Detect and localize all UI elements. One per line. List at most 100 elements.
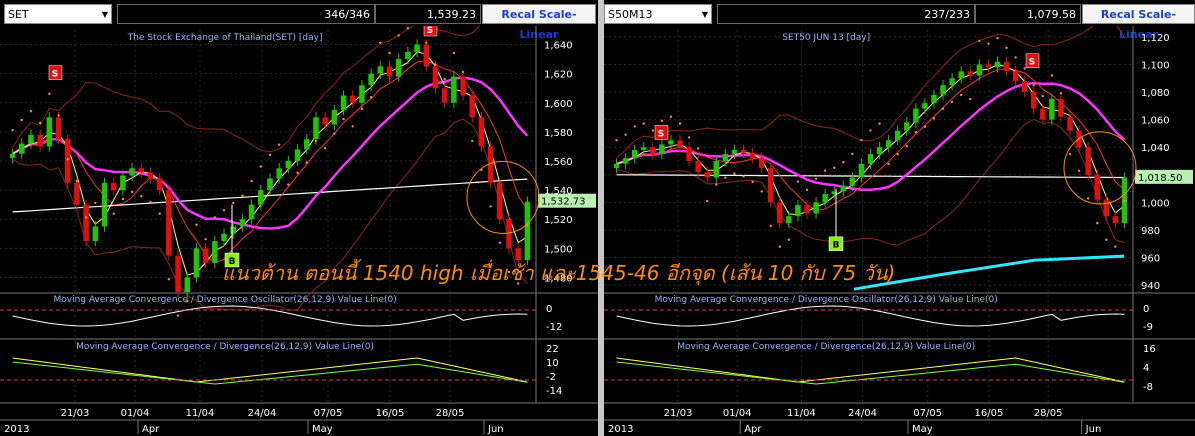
sar-dot (195, 223, 198, 226)
symbol-dropdown[interactable]: SET ▼ (4, 4, 112, 24)
sar-dot (950, 100, 954, 104)
last-value: 1,539.23 (375, 4, 481, 24)
date-tick-label: 07/05 (913, 408, 942, 419)
set-header: SET ▼ 346/346 1,539.23 Recal Scale-Linea… (4, 4, 598, 41)
sar-dot (1014, 56, 1017, 59)
candle-body (659, 144, 665, 155)
price-tick-label: 1,600 (544, 99, 573, 110)
symbol-dropdown[interactable]: S50M13 ▼ (604, 4, 712, 24)
candle-body (1067, 116, 1073, 131)
candle-body (976, 64, 983, 76)
sar-dot (1086, 197, 1090, 200)
candle-body (184, 277, 191, 292)
sar-dot (66, 158, 69, 161)
candle-body (840, 185, 847, 192)
candle-body (110, 182, 117, 191)
sar-dot (351, 125, 354, 128)
sar-dot (805, 188, 809, 192)
candle-body (138, 168, 145, 173)
candle-body (650, 147, 656, 155)
sar-dot (406, 27, 410, 30)
macd-osc-title: Moving Average Convergence / Divergence … (655, 295, 998, 305)
osc-tick-label: -9 (1143, 322, 1153, 333)
candle-body (1058, 98, 1064, 117)
chevron-down-icon[interactable]: ▼ (102, 5, 108, 25)
sar-dot (204, 238, 207, 241)
recal-scale-button[interactable]: Recal Scale-Linear (1082, 4, 1195, 41)
sar-dot (498, 241, 502, 245)
macd-tick-label: 10 (546, 358, 559, 369)
last-price-label: 1,018.50 (1138, 173, 1183, 184)
sar-dot (388, 51, 391, 55)
sar-dot (425, 41, 428, 45)
candle-body (469, 95, 476, 118)
candle-body (631, 149, 638, 159)
sar-dot (678, 122, 682, 125)
sar-dot (1032, 83, 1035, 87)
sar-dot (1096, 221, 1099, 225)
candle-body (515, 248, 521, 260)
candle-body (19, 143, 25, 154)
sar-dot (360, 107, 364, 111)
sar-dot (887, 162, 890, 166)
candle-body (414, 44, 420, 52)
month-label: May (912, 424, 933, 435)
sar-dot (823, 169, 827, 172)
candle-body (1003, 61, 1010, 72)
candle-body (331, 110, 338, 125)
chart-title: SET50 JUN 13 [day] (782, 33, 870, 43)
candle-body (777, 202, 783, 224)
candle-body (876, 147, 883, 155)
sar-dot (642, 122, 645, 125)
sar-dot (489, 205, 492, 208)
month-label: Apr (142, 424, 160, 435)
sar-dot (941, 107, 945, 110)
sar-dot (507, 270, 511, 274)
candle-body (822, 194, 828, 203)
macd-tick-label: -8 (1143, 382, 1153, 393)
candle-body (613, 163, 620, 168)
recal-scale-button[interactable]: Recal Scale-Linear (482, 4, 596, 41)
candle-body (276, 168, 282, 179)
candle-body (1103, 199, 1110, 217)
candle-body (368, 73, 374, 86)
candle-body (304, 139, 310, 150)
sar-dot (222, 208, 226, 212)
candle-body (156, 178, 163, 191)
candle-body (904, 122, 910, 131)
candle-body (768, 167, 774, 203)
month-label: Jun (1085, 424, 1102, 435)
set-price-chart: 1,6401,6201,6001,5801,5601,5401,5201,500… (0, 26, 598, 435)
sar-dot (896, 153, 899, 156)
candle-body (713, 161, 720, 178)
set50-price-chart: 1,1201,1001,0801,0601,0401,0201,00098096… (604, 26, 1195, 435)
date-axis-bg (604, 404, 1195, 434)
price-tick-label: 960 (1141, 254, 1160, 265)
candle-body (386, 66, 393, 77)
highlight-circle (1063, 131, 1137, 205)
year-label: 2013 (608, 424, 633, 435)
chart-title: The Stock Exchange of Thailand(SET) [day… (127, 33, 323, 43)
candle-body (922, 103, 928, 109)
sar-dot (978, 39, 981, 43)
symbol-value: SET (8, 8, 29, 21)
price-tick-label: 940 (1141, 281, 1160, 292)
sar-dot (1005, 46, 1008, 49)
sar-dot (1023, 67, 1026, 70)
macd-tick-label: 16 (1143, 344, 1156, 355)
candle-body (340, 95, 347, 111)
candle-body (795, 205, 801, 217)
macd-title: Moving Average Convergence / Divergence(… (76, 342, 374, 352)
sar-dot (333, 132, 336, 135)
chevron-down-icon[interactable]: ▼ (702, 5, 708, 25)
sar-dot (796, 180, 800, 183)
sar-dot (1123, 199, 1126, 203)
sar-dot (1059, 92, 1063, 95)
sar-dot (11, 128, 14, 132)
sell-marker-label: S (1029, 58, 1035, 68)
sar-dot (287, 183, 290, 186)
sar-dot (94, 201, 97, 205)
candle-body (55, 117, 62, 140)
price-tick-label: 1,580 (544, 128, 573, 139)
macd-tick-label: -14 (546, 386, 562, 397)
